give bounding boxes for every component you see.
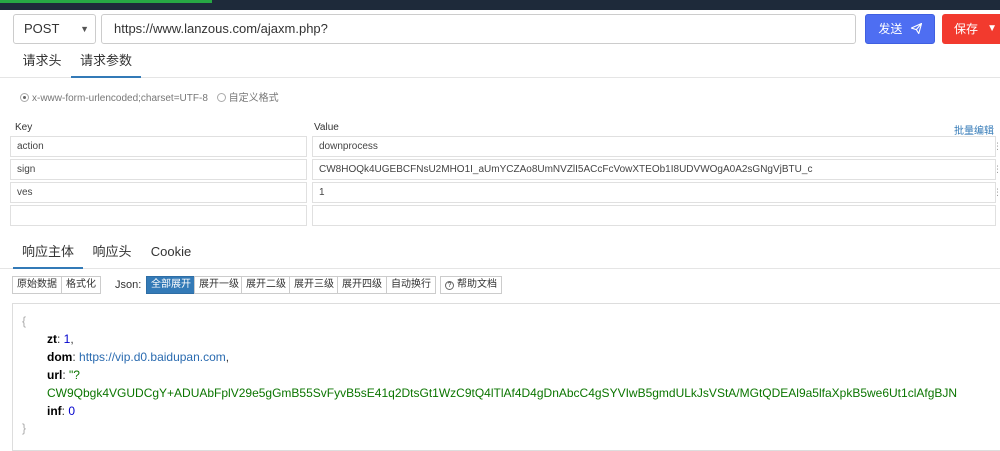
request-tabs: 请求头 请求参数 <box>0 48 1000 78</box>
json-key: inf <box>47 404 62 418</box>
param-row: sign CW8HOQk4UGEBCFNsU2MHO1I_aUmYCZAo8Um… <box>10 159 1000 182</box>
delete-row-icon[interactable]: ⋮ <box>993 141 1000 152</box>
bulk-edit-link[interactable]: 批量编辑 <box>954 122 994 137</box>
save-button-label: 保存 <box>954 22 979 36</box>
send-button[interactable]: 发送 <box>865 14 935 44</box>
param-value-input[interactable] <box>312 205 996 226</box>
tab-request-params[interactable]: 请求参数 <box>71 48 141 78</box>
param-key-input[interactable]: ves <box>10 182 307 203</box>
help-docs-label: 帮助文档 <box>457 279 497 290</box>
json-number: 0 <box>68 404 76 418</box>
expand-level4-button[interactable]: 展开四级 <box>337 276 387 294</box>
save-button[interactable]: 保存 ▼ <box>942 14 1000 44</box>
json-key: dom <box>47 350 73 364</box>
tab-response-body[interactable]: 响应主体 <box>13 239 83 269</box>
response-body-output: { zt: 1, dom: https://vip.d0.baidupan.co… <box>12 303 1000 451</box>
param-row-empty <box>10 205 1000 228</box>
request-bar: POST ▼ https://www.lanzous.com/ajaxm.php… <box>0 14 1000 46</box>
response-tabs: 响应主体 响应头 Cookie <box>0 239 1000 269</box>
word-wrap-button[interactable]: 自动换行 <box>386 276 436 294</box>
json-line-zt: zt: 1, <box>47 332 74 346</box>
json-line-inf: inf: 0 <box>47 404 76 418</box>
radio-urlencoded[interactable] <box>20 93 29 102</box>
radio-custom-format[interactable] <box>216 93 226 102</box>
expand-level3-button[interactable]: 展开三级 <box>289 276 339 294</box>
format-button[interactable]: 格式化 <box>61 276 101 294</box>
json-line-url: url: "? <box>47 368 80 382</box>
help-circle-icon: ? <box>445 281 454 290</box>
params-table: Key Value 批量编辑 action downprocess ⋮ sign… <box>10 119 1000 228</box>
json-link[interactable]: https://vip.d0.baidupan.com <box>79 350 226 364</box>
param-value-input[interactable]: CW8HOQk4UGEBCFNsU2MHO1I_aUmYCZAo8UmNVZlI… <box>312 159 996 180</box>
params-header: Key Value 批量编辑 <box>10 119 1000 137</box>
tab-response-headers[interactable]: 响应头 <box>85 239 139 269</box>
json-key: url <box>47 368 63 382</box>
url-value: https://www.lanzous.com/ajaxm.php? <box>114 21 328 36</box>
json-string: "? <box>69 368 80 382</box>
url-input[interactable]: https://www.lanzous.com/ajaxm.php? <box>101 14 856 44</box>
tab-request-headers[interactable]: 请求头 <box>13 48 71 78</box>
paper-plane-icon <box>910 22 922 35</box>
send-button-label: 发送 <box>878 22 903 36</box>
param-value-input[interactable]: 1 <box>312 182 996 203</box>
method-value: POST <box>24 21 60 36</box>
value-column-header: Value <box>314 122 339 133</box>
radio-custom-format-label: 自定义格式 <box>228 93 279 104</box>
method-select[interactable]: POST ▼ <box>13 14 96 44</box>
param-value-input[interactable]: downprocess <box>312 136 996 157</box>
expand-level2-button[interactable]: 展开二级 <box>241 276 291 294</box>
delete-row-icon[interactable]: ⋮ <box>993 187 1000 198</box>
json-label: Json: <box>115 279 142 291</box>
tab-cookie[interactable]: Cookie <box>145 239 197 269</box>
raw-data-button[interactable]: 原始数据 <box>12 276 62 294</box>
expand-all-button[interactable]: 全部展开 <box>146 276 196 294</box>
json-open-brace: { <box>22 314 27 328</box>
json-close-brace: } <box>22 421 27 435</box>
chevron-down-icon: ▼ <box>80 24 89 34</box>
param-row: ves 1 ⋮ <box>10 182 1000 205</box>
key-column-header: Key <box>15 122 33 133</box>
json-string-continuation: CW9Qbgk4VGUDCgY+ADUAbFplV29e5gGmB55SvFyv… <box>47 386 958 400</box>
delete-row-icon[interactable]: ⋮ <box>993 164 1000 175</box>
loading-indicator <box>0 0 212 3</box>
help-docs-button[interactable]: ? 帮助文档 <box>440 276 502 294</box>
json-line-dom: dom: https://vip.d0.baidupan.com, <box>47 350 230 364</box>
chevron-down-icon[interactable]: ▼ <box>987 14 997 44</box>
body-type-options: x-www-form-urlencoded;charset=UTF-8 自定义格… <box>20 89 285 104</box>
param-key-input[interactable]: action <box>10 136 307 157</box>
expand-level1-button[interactable]: 展开一级 <box>194 276 244 294</box>
param-key-input[interactable]: sign <box>10 159 307 180</box>
radio-urlencoded-label: x-www-form-urlencoded;charset=UTF-8 <box>32 93 208 104</box>
window-top-strip <box>0 0 1000 10</box>
param-key-input[interactable] <box>10 205 307 226</box>
json-key: zt <box>47 332 57 346</box>
param-row: action downprocess ⋮ <box>10 136 1000 159</box>
